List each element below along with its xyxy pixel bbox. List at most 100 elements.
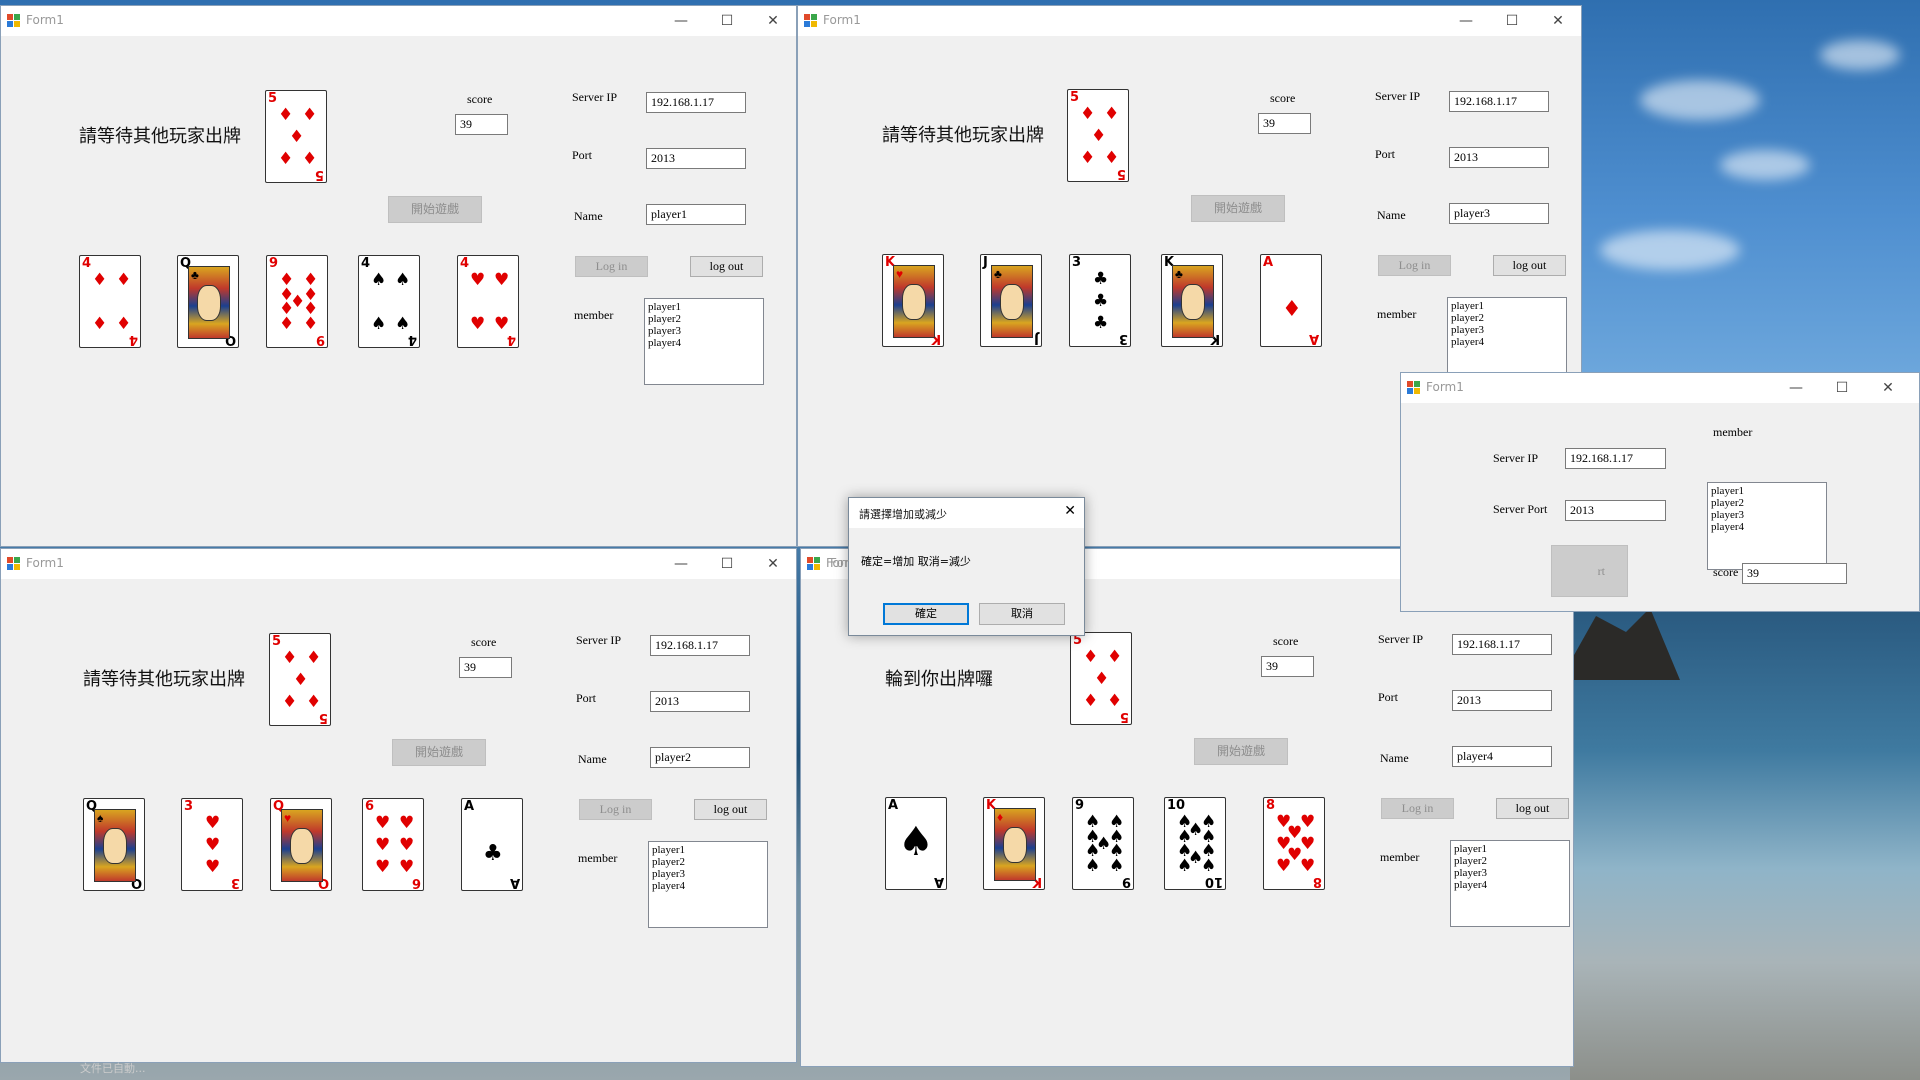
card-suit-icon: ♦ (1083, 691, 1099, 711)
port-field[interactable]: 2013 (1452, 690, 1552, 711)
dialog-title-bar[interactable]: 請選擇增加或減少 ✕ (849, 498, 1084, 528)
title-bar[interactable]: Form1 — ☐ ✕ (1401, 373, 1919, 403)
start-game-button[interactable]: 開始遊戲 (388, 196, 482, 223)
server-port-field[interactable]: 2013 (1565, 500, 1666, 521)
maximize-button[interactable]: ☐ (1489, 6, 1535, 36)
score-field[interactable]: 39 (459, 657, 512, 678)
minimize-button[interactable]: — (1773, 373, 1819, 403)
logout-button[interactable]: log out (694, 799, 767, 820)
score-field[interactable]: 39 (1261, 656, 1314, 677)
window-title: Form1 (26, 556, 64, 570)
hand-card[interactable]: 10 10 ♠ ♠ ♠ ♠ ♠ ♠ ♠ ♠ ♠ ♠ (1164, 797, 1226, 890)
login-button[interactable]: Log in (579, 799, 652, 820)
server-ip-field[interactable]: 192.168.1.17 (650, 635, 750, 656)
server-ip-field[interactable]: 192.168.1.17 (1565, 448, 1666, 469)
port-field[interactable]: 2013 (650, 691, 750, 712)
card-suit-icon: ♣ (1175, 267, 1183, 281)
member-list[interactable]: player1 player2 player3 player4 (1447, 297, 1567, 384)
card-rank-inverted: 4 (506, 332, 516, 347)
card-rank-inverted: 5 (1116, 166, 1126, 181)
start-game-button[interactable]: 開始遊戲 (1191, 195, 1285, 222)
card-suit-icon: ♠ (1109, 856, 1125, 876)
name-field[interactable]: player4 (1452, 746, 1552, 767)
score-label: score (471, 635, 497, 649)
start-server-button[interactable]: rt (1551, 545, 1628, 597)
card-rank: 10 (1167, 798, 1186, 813)
login-button[interactable]: Log in (1381, 798, 1454, 819)
hand-card[interactable]: Q Q ♣ (177, 255, 239, 348)
score-field[interactable]: 39 (1742, 563, 1847, 584)
hand-card[interactable]: 4 4 ♠ ♠ ♠ ♠ (358, 255, 420, 348)
maximize-button[interactable]: ☐ (1819, 373, 1865, 403)
card-suit-icon: ♣ (994, 267, 1002, 281)
hand-card[interactable]: Q Q ♠ (83, 798, 145, 891)
turn-status-label: 請等待其他玩家出牌 (882, 125, 1044, 146)
dialog-close-icon[interactable]: ✕ (1064, 503, 1076, 519)
server-ip-label: Server IP (1375, 89, 1420, 103)
close-button[interactable]: ✕ (750, 6, 796, 36)
hand-card[interactable]: A A ♠ (885, 797, 947, 890)
form1-window-player2: Form1 — ☐ ✕ 請等待其他玩家出牌 5 5 ♦ ♦ ♦ ♦ ♦ score 39 開… (0, 548, 797, 1063)
logout-button[interactable]: log out (1493, 255, 1566, 276)
score-field[interactable]: 39 (1258, 113, 1311, 134)
dialog-ok-button[interactable]: 確定 (883, 603, 969, 625)
server-ip-field[interactable]: 192.168.1.17 (646, 92, 746, 113)
member-label: member (1380, 850, 1420, 864)
close-button[interactable]: ✕ (750, 549, 796, 579)
member-list[interactable]: player1 player2 player3 player4 (644, 298, 764, 385)
title-bar[interactable]: Form1 — ☐ ✕ (1, 6, 796, 36)
player-hand: A A ♠ K K ♦ 9 9 ♠ ♠ ♠ ♠ ♠ ♠ ♠ ♠ ♠ 10 10 ♠ ♠ ♠ ♠ ♠ ♠ ♠ ♠ ♠ ♠ 8 8 ♥ ♥ ♥ ♥ ♥ ♥ ♥… (885, 797, 1325, 890)
name-field[interactable]: player3 (1449, 203, 1549, 224)
hand-card[interactable]: 9 9 ♠ ♠ ♠ ♠ ♠ ♠ ♠ ♠ ♠ (1072, 797, 1134, 890)
logout-button[interactable]: log out (1496, 798, 1569, 819)
minimize-button[interactable]: — (658, 549, 704, 579)
hand-card[interactable]: 3 3 ♥ ♥ ♥ (181, 798, 243, 891)
card-suit-icon: ♦ (1080, 104, 1096, 124)
hand-card[interactable]: K K ♦ (983, 797, 1045, 890)
port-field[interactable]: 2013 (1449, 147, 1549, 168)
start-game-button[interactable]: 開始遊戲 (1194, 738, 1288, 765)
port-field[interactable]: 2013 (646, 148, 746, 169)
hand-card[interactable]: A A ♦ (1260, 254, 1322, 347)
hand-card[interactable]: 3 3 ♣ ♣ ♣ (1069, 254, 1131, 347)
hand-card[interactable]: 8 8 ♥ ♥ ♥ ♥ ♥ ♥ ♥ ♥ (1263, 797, 1325, 890)
turn-status-label: 請等待其他玩家出牌 (83, 669, 245, 690)
hand-card[interactable]: J J ♣ (980, 254, 1042, 347)
login-button[interactable]: Log in (1378, 255, 1451, 276)
close-button[interactable]: ✕ (1865, 373, 1911, 403)
minimize-button[interactable]: — (658, 6, 704, 36)
hand-card[interactable]: 9 9 ♦ ♦ ♦ ♦ ♦ ♦ ♦ ♦ ♦ (266, 255, 328, 348)
hand-card[interactable]: 4 4 ♦ ♦ ♦ ♦ (79, 255, 141, 348)
card-suit-icon: ♣ (483, 841, 503, 866)
hand-card[interactable]: K K ♥ (882, 254, 944, 347)
member-list[interactable]: player1 player2 player3 player4 (648, 841, 768, 928)
name-field[interactable]: player1 (646, 204, 746, 225)
hand-card[interactable]: 6 6 ♥ ♥ ♥ ♥ ♥ ♥ (362, 798, 424, 891)
card-suit-icon: ♦ (92, 314, 108, 334)
start-game-button[interactable]: 開始遊戲 (392, 739, 486, 766)
card-rank-inverted: A (509, 875, 520, 890)
minimize-button[interactable]: — (1443, 6, 1489, 36)
member-list[interactable]: player1 player2 player3 player4 (1707, 482, 1827, 570)
member-list[interactable]: player1 player2 player3 player4 (1450, 840, 1570, 927)
title-bar[interactable]: Form1 — ☐ ✕ (1, 549, 796, 579)
hand-card[interactable]: 4 4 ♥ ♥ ♥ ♥ (457, 255, 519, 348)
dialog-cancel-button[interactable]: 取消 (979, 603, 1065, 625)
hand-card[interactable]: Q Q ♥ (270, 798, 332, 891)
login-button[interactable]: Log in (575, 256, 648, 277)
server-ip-field[interactable]: 192.168.1.17 (1452, 634, 1552, 655)
server-ip-field[interactable]: 192.168.1.17 (1449, 91, 1549, 112)
card-suit-icon: ♠ (395, 270, 411, 290)
card-suit-icon: ♥ (1276, 856, 1292, 876)
card-suit-icon: ♠ (898, 819, 934, 865)
score-field[interactable]: 39 (455, 114, 508, 135)
card-rank-inverted: 4 (407, 332, 417, 347)
hand-card[interactable]: A A ♣ (461, 798, 523, 891)
logout-button[interactable]: log out (690, 256, 763, 277)
hand-card[interactable]: K K ♣ (1161, 254, 1223, 347)
maximize-button[interactable]: ☐ (704, 6, 750, 36)
name-field[interactable]: player2 (650, 747, 750, 768)
maximize-button[interactable]: ☐ (704, 549, 750, 579)
title-bar[interactable]: Form1 — ☐ ✕ (798, 6, 1581, 36)
close-button[interactable]: ✕ (1535, 6, 1581, 36)
